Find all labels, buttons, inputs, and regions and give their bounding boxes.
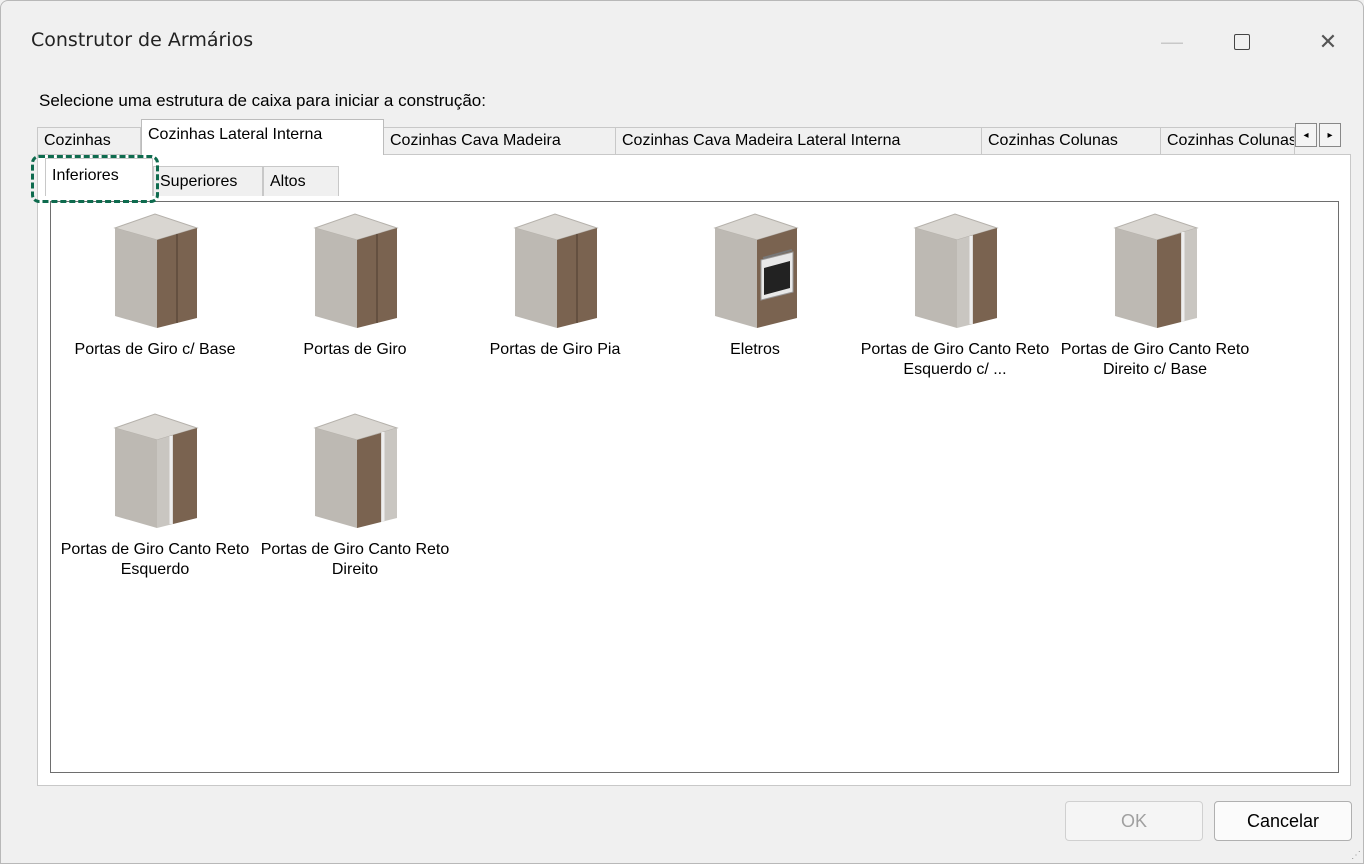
- cabinet-doors-icon: [513, 213, 599, 328]
- dashed-highlight-annotation: [31, 155, 159, 203]
- list-item-eletros[interactable]: Eletros: [657, 212, 853, 360]
- tab-cozinhas-cava-madeira[interactable]: Cozinhas Cava Madeira: [383, 127, 616, 154]
- close-button[interactable]: ✕: [1305, 19, 1351, 65]
- list-item-canto-reto-direito[interactable]: Portas de Giro Canto Reto Direito: [257, 412, 453, 580]
- list-item-canto-reto-esquerdo-base[interactable]: Portas de Giro Canto Reto Esquerdo c/ ..…: [857, 212, 1053, 380]
- tab-cozinhas-colunas[interactable]: Cozinhas Colunas: [981, 127, 1161, 154]
- tab-scroll-right-button[interactable]: ▸: [1319, 123, 1341, 147]
- cancel-button[interactable]: Cancelar: [1214, 801, 1352, 841]
- item-label: Portas de Giro Canto Reto Direito c/ Bas…: [1060, 341, 1250, 378]
- subtab-altos[interactable]: Altos: [263, 166, 339, 196]
- list-item-canto-reto-esquerdo[interactable]: Portas de Giro Canto Reto Esquerdo: [57, 412, 253, 580]
- title-bar: Construtor de Armários — ✕: [1, 1, 1363, 81]
- tab-cozinhas-lateral-interna[interactable]: Cozinhas Lateral Interna: [141, 119, 384, 155]
- item-label: Portas de Giro Canto Reto Esquerdo: [60, 541, 250, 578]
- ok-button[interactable]: OK: [1065, 801, 1203, 841]
- subtab-superiores[interactable]: Superiores: [153, 166, 263, 196]
- item-label: Eletros: [730, 341, 780, 358]
- list-item-portas-giro[interactable]: Portas de Giro: [257, 212, 453, 360]
- corner-cabinet-right-icon: [313, 413, 399, 528]
- tab-cozinhas[interactable]: Cozinhas: [37, 127, 141, 154]
- window-title: Construtor de Armários: [31, 29, 254, 51]
- minimize-button[interactable]: —: [1149, 19, 1195, 65]
- cabinet-doors-icon: [113, 213, 199, 328]
- corner-cabinet-left-icon: [913, 213, 999, 328]
- arrow-right-icon: ▸: [1327, 129, 1333, 141]
- main-tab-strip: Cozinhas Cozinhas Lateral Interna Cozinh…: [37, 119, 1337, 155]
- item-label: Portas de Giro Canto Reto Esquerdo c/ ..…: [860, 341, 1050, 378]
- list-item-portas-giro-base[interactable]: Portas de Giro c/ Base: [57, 212, 253, 360]
- tab-scroll-arrows: ◂ ▸: [1295, 123, 1343, 147]
- item-label: Portas de Giro c/ Base: [74, 341, 236, 358]
- close-icon: ✕: [1318, 29, 1338, 54]
- maximize-button[interactable]: [1219, 19, 1265, 65]
- item-label: Portas de Giro Canto Reto Direito: [260, 541, 450, 578]
- resize-grip-icon[interactable]: ⋰: [1351, 850, 1361, 861]
- list-item-canto-reto-direito-base[interactable]: Portas de Giro Canto Reto Direito c/ Bas…: [1057, 212, 1253, 380]
- minimize-icon: —: [1161, 29, 1183, 54]
- tab-cozinhas-colunas-2[interactable]: Cozinhas Colunas: [1160, 127, 1295, 154]
- corner-cabinet-left-icon: [113, 413, 199, 528]
- oven-cabinet-icon: [713, 213, 799, 328]
- item-label: Portas de Giro: [303, 341, 407, 358]
- cabinet-list-view[interactable]: Portas de Giro c/ Base Portas de Giro Po…: [50, 201, 1339, 773]
- item-label: Portas de Giro Pia: [489, 341, 621, 358]
- maximize-icon: [1234, 34, 1250, 50]
- dialog-window: Construtor de Armários — ✕ Selecione uma…: [0, 0, 1364, 864]
- cabinet-doors-icon: [313, 213, 399, 328]
- instruction-text: Selecione uma estrutura de caixa para in…: [39, 91, 486, 110]
- list-item-portas-giro-pia[interactable]: Portas de Giro Pia: [457, 212, 653, 360]
- arrow-left-icon: ◂: [1303, 129, 1309, 141]
- tab-cozinhas-cava-madeira-lateral-interna[interactable]: Cozinhas Cava Madeira Lateral Interna: [615, 127, 982, 154]
- corner-cabinet-right-icon: [1113, 213, 1199, 328]
- tab-scroll-left-button[interactable]: ◂: [1295, 123, 1317, 147]
